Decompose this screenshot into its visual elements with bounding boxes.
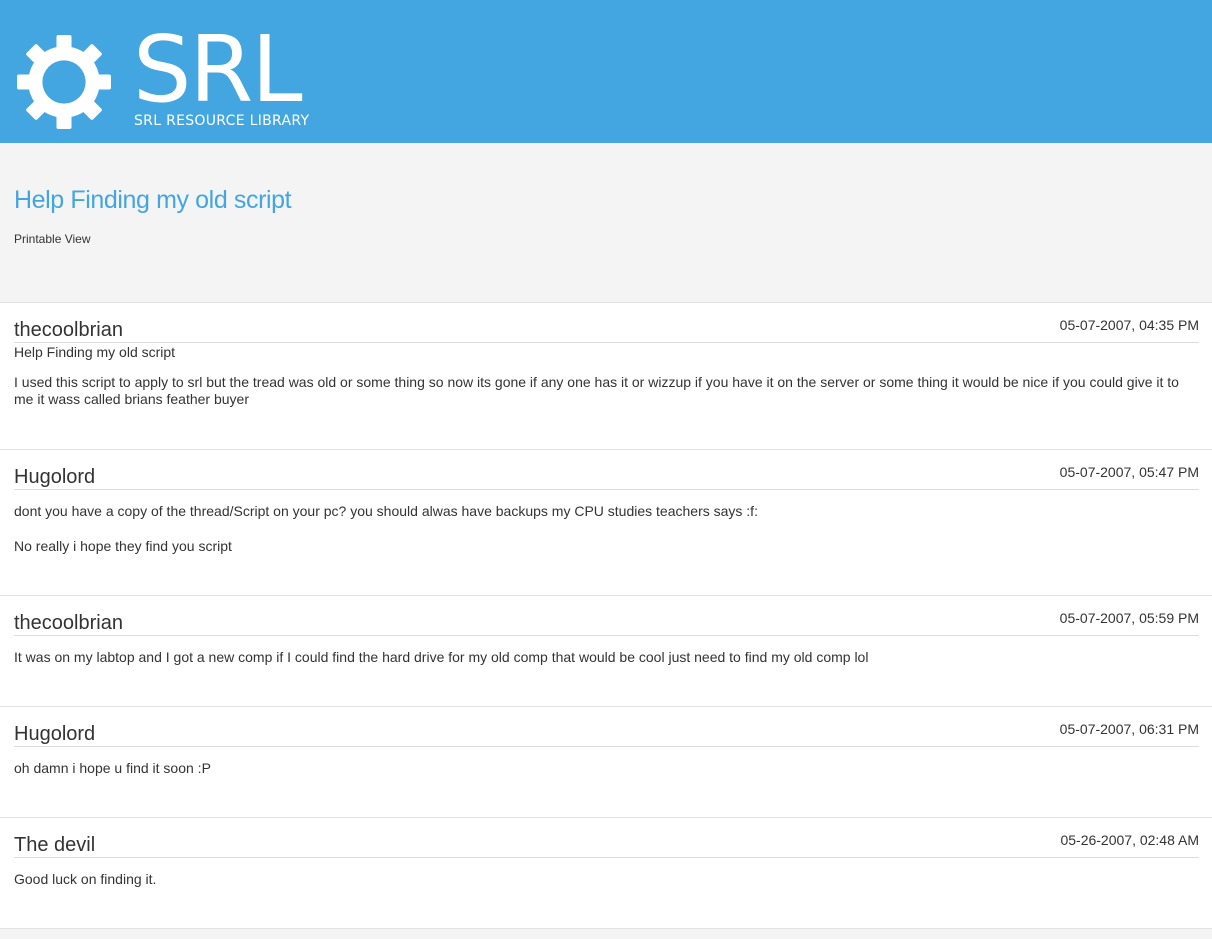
page-title: Help Finding my old script bbox=[14, 186, 292, 214]
post-paragraph: I used this script to apply to srl but t… bbox=[14, 374, 1179, 407]
post-body: It was on my labtop and I got a new comp… bbox=[14, 649, 1192, 666]
post-list: thecoolbrian 05-07-2007, 04:35 PM Help F… bbox=[0, 303, 1212, 929]
post: thecoolbrian 05-07-2007, 05:59 PM It was… bbox=[0, 596, 1212, 707]
post-paragraph: It was on my labtop and I got a new comp… bbox=[14, 649, 869, 665]
post-header: thecoolbrian 05-07-2007, 05:59 PM bbox=[14, 608, 1199, 636]
thread-header: Help Finding my old script Printable Vie… bbox=[0, 143, 1212, 303]
post-date: 05-07-2007, 05:47 PM bbox=[1059, 464, 1199, 480]
post-paragraph: No really i hope they find you script bbox=[14, 538, 232, 554]
post-title: Help Finding my old script bbox=[14, 344, 176, 360]
post-paragraph: dont you have a copy of the thread/Scrip… bbox=[14, 503, 758, 519]
gear-icon bbox=[17, 35, 111, 129]
post: The devil 05-26-2007, 02:48 AM Good luck… bbox=[0, 818, 1212, 929]
post-author: Hugolord bbox=[14, 466, 96, 488]
post-author: Hugolord bbox=[14, 723, 96, 745]
post-body: I used this script to apply to srl but t… bbox=[14, 374, 1192, 408]
post-date: 05-07-2007, 06:31 PM bbox=[1059, 721, 1199, 737]
printable-view-label: Printable View bbox=[14, 232, 91, 246]
post: Hugolord 05-07-2007, 05:47 PM dont you h… bbox=[0, 450, 1212, 596]
post-header: The devil 05-26-2007, 02:48 AM bbox=[14, 830, 1199, 858]
post-body: Good luck on finding it. bbox=[14, 871, 1192, 888]
logo-wordmark[interactable]: SRL bbox=[133, 24, 303, 116]
post: thecoolbrian 05-07-2007, 04:35 PM Help F… bbox=[0, 303, 1212, 450]
post-author: thecoolbrian bbox=[14, 319, 123, 341]
post-body: oh damn i hope u find it soon :P bbox=[14, 760, 1192, 777]
post-date: 05-07-2007, 04:35 PM bbox=[1059, 317, 1199, 333]
logo-subtitle: SRL RESOURCE LIBRARY bbox=[134, 113, 310, 129]
post-date: 05-26-2007, 02:48 AM bbox=[1060, 832, 1199, 848]
post-paragraph: Good luck on finding it. bbox=[14, 871, 157, 887]
post-author: thecoolbrian bbox=[14, 612, 123, 634]
post-header: Hugolord 05-07-2007, 06:31 PM bbox=[14, 719, 1199, 747]
post-header: Hugolord 05-07-2007, 05:47 PM bbox=[14, 462, 1199, 490]
post-body: dont you have a copy of the thread/Scrip… bbox=[14, 503, 1192, 555]
post-author: The devil bbox=[14, 834, 96, 856]
post: Hugolord 05-07-2007, 06:31 PM oh damn i … bbox=[0, 707, 1212, 818]
post-header: thecoolbrian 05-07-2007, 04:35 PM bbox=[14, 315, 1199, 343]
post-date: 05-07-2007, 05:59 PM bbox=[1059, 610, 1199, 626]
site-banner: SRL SRL RESOURCE LIBRARY bbox=[0, 0, 1212, 143]
post-paragraph: oh damn i hope u find it soon :P bbox=[14, 760, 211, 776]
